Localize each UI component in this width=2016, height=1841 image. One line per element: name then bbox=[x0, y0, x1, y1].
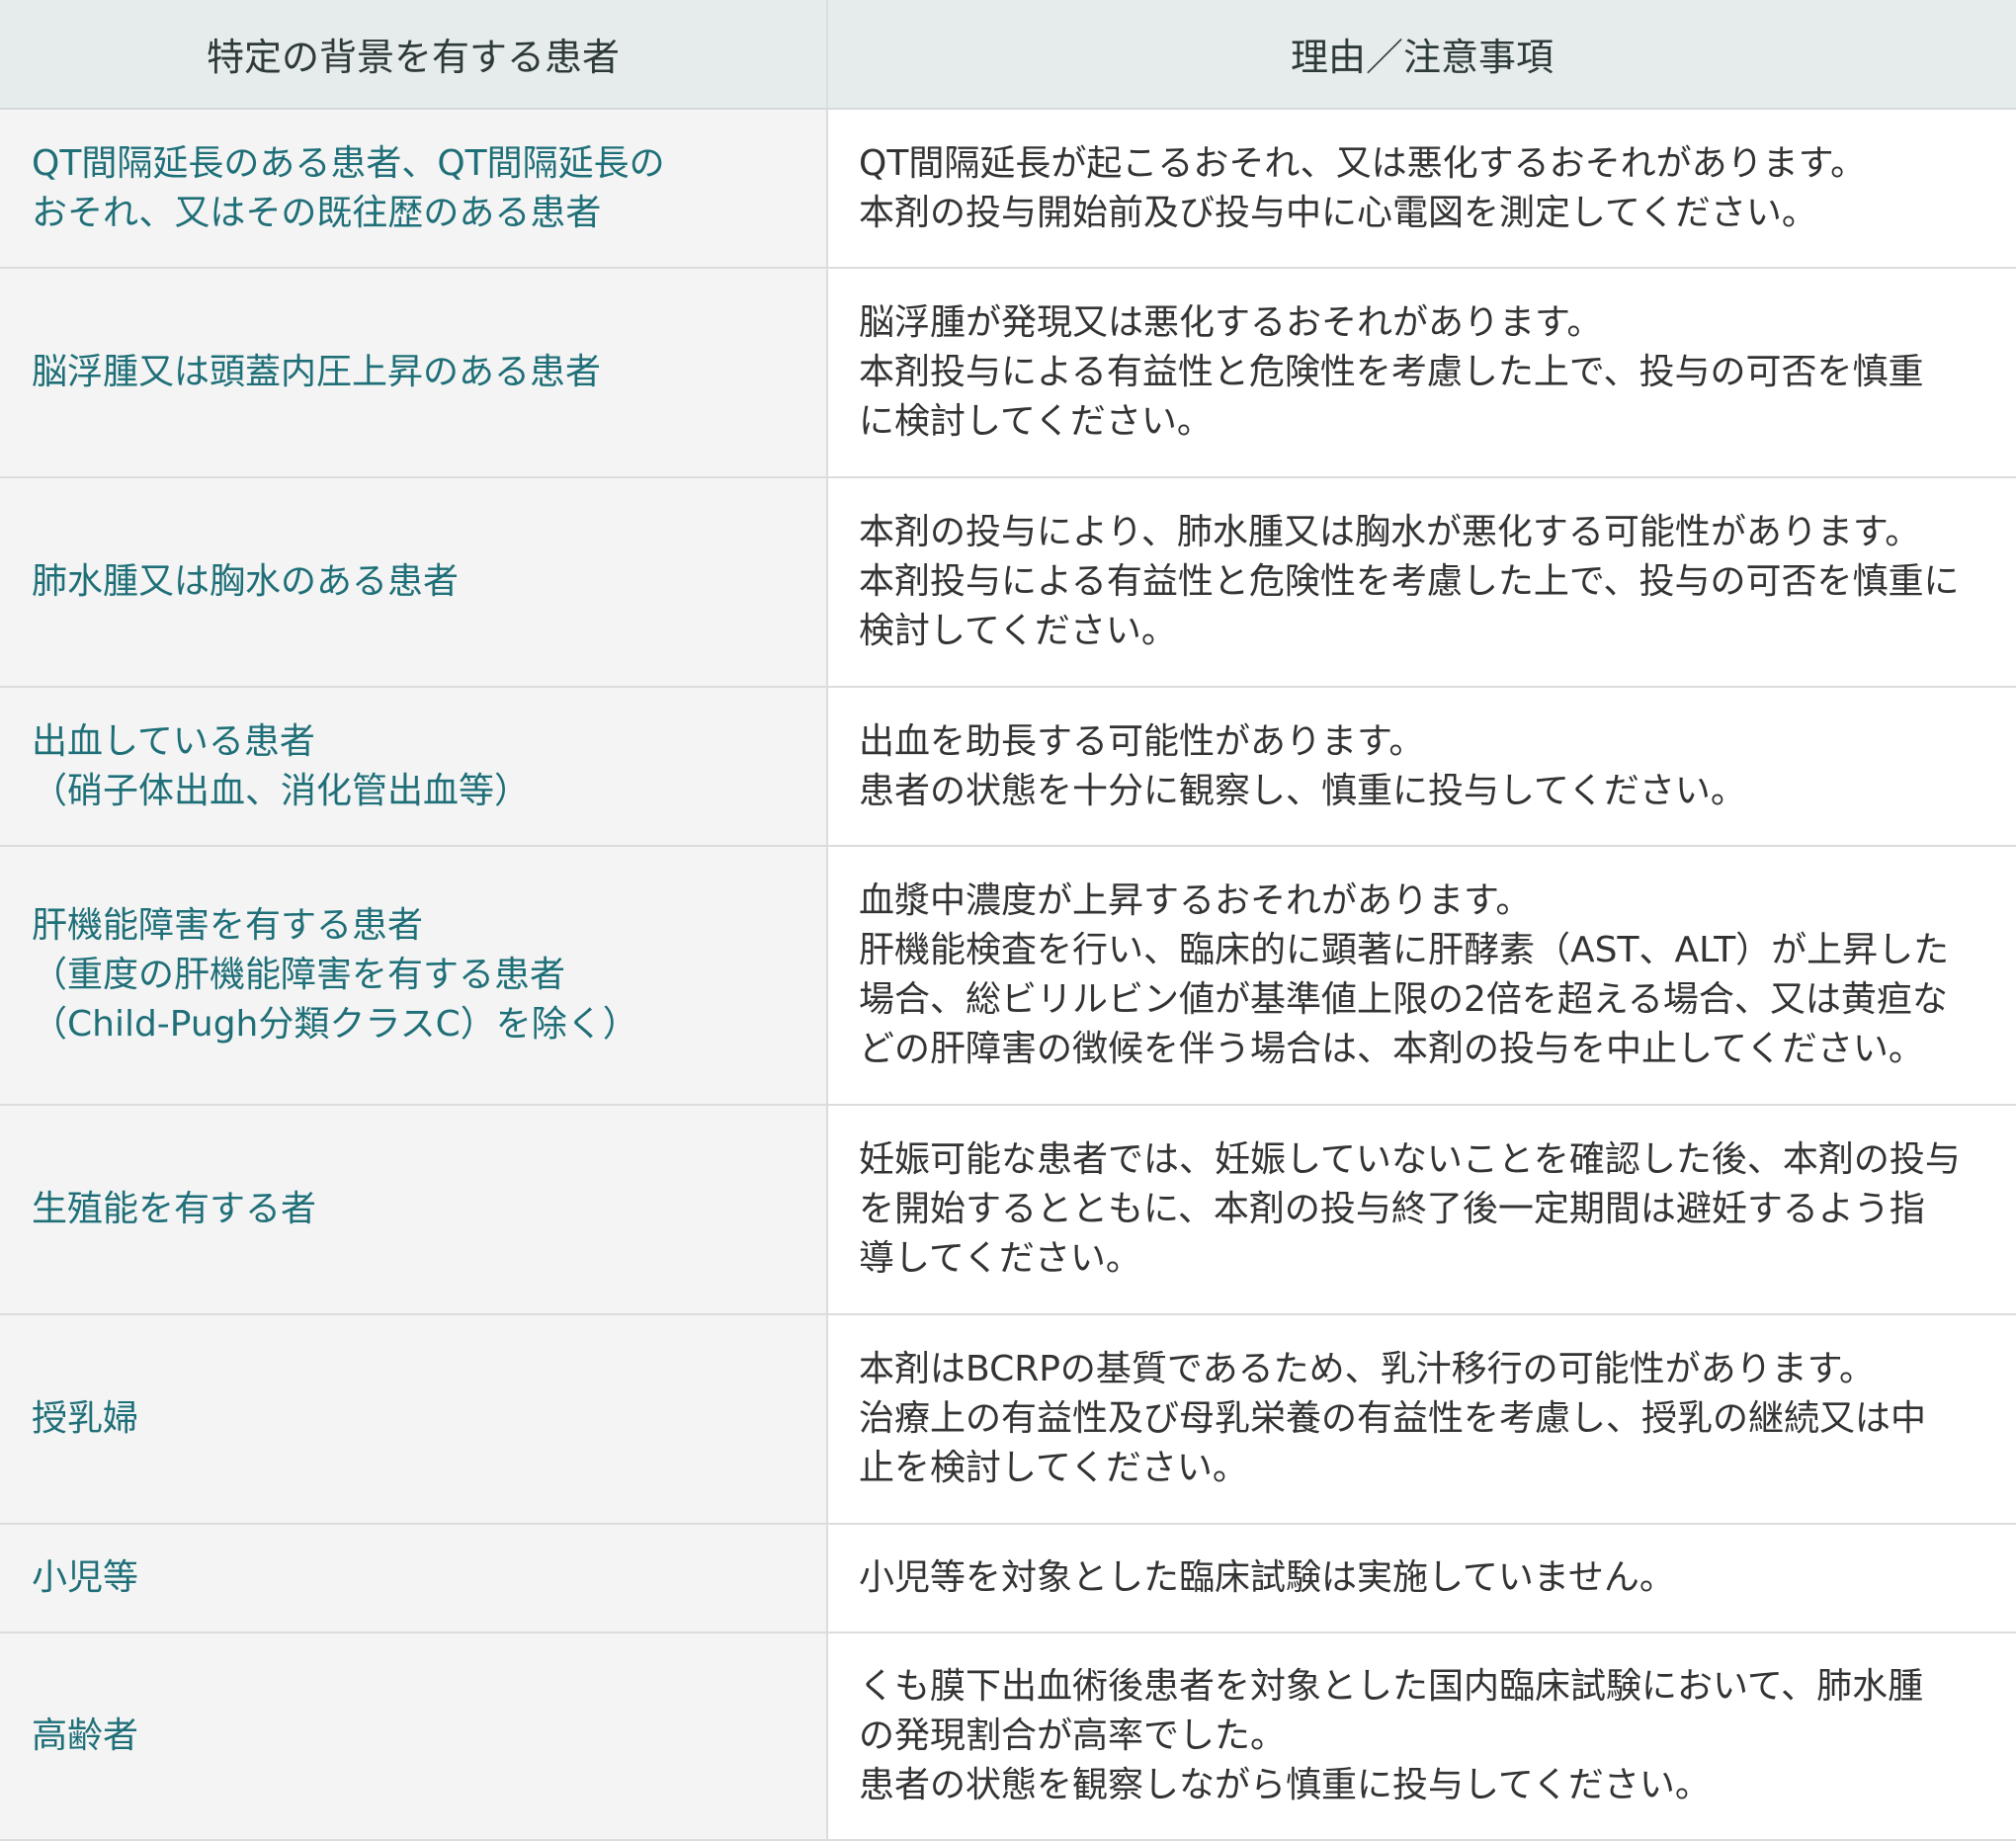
background-line: QT間隔延長のある患者、QT間隔延長の bbox=[32, 142, 665, 184]
background-line: 肝機能障害を有する患者 bbox=[32, 905, 424, 946]
table-row: 肝機能障害を有する患者 （重度の肝機能障害を有する患者 （Child-Pugh分… bbox=[0, 846, 2016, 1106]
reason-line: 本剤はBCRPの基質であるため、乳汁移行の可能性があります。 bbox=[859, 1349, 1875, 1389]
background-cell: 生殖能を有する者 bbox=[0, 1105, 828, 1315]
reason-line: 本剤投与による有益性と危険性を考慮した上で、投与の可否を慎重に bbox=[859, 561, 1960, 602]
reason-line: 出血を助長する可能性があります。 bbox=[859, 720, 1425, 762]
reason-line: 治療上の有益性及び母乳栄養の有益性を考慮し、授乳の継続又は中 bbox=[859, 1398, 1927, 1439]
reason-line: に検討してください。 bbox=[859, 401, 1213, 442]
background-line: 脳浮腫又は頭蓋内圧上昇のある患者 bbox=[32, 352, 602, 392]
header-reason: 理由／注意事項 bbox=[827, 0, 2016, 110]
background-line: 高齢者 bbox=[32, 1715, 139, 1756]
background-cell: 小児等 bbox=[0, 1524, 828, 1633]
reason-line: 患者の状態を観察しながら慎重に投与してください。 bbox=[859, 1765, 1711, 1805]
reason-line: 脳浮腫が発現又は悪化するおそれがあります。 bbox=[859, 302, 1603, 343]
background-line: 小児等 bbox=[32, 1557, 139, 1598]
table-row: 生殖能を有する者 妊娠可能な患者では、妊娠していないことを確認した後、本剤の投与… bbox=[0, 1105, 2016, 1315]
reason-line: 本剤の投与開始前及び投与中に心電図を測定してください。 bbox=[859, 192, 1817, 233]
reason-line: くも膜下出血術後患者を対象とした国内臨床試験において、肺水腫 bbox=[859, 1666, 1924, 1707]
reason-cell: くも膜下出血術後患者を対象とした国内臨床試験において、肺水腫 の発現割合が高率で… bbox=[827, 1632, 2016, 1841]
background-cell: 授乳婦 bbox=[0, 1314, 828, 1525]
reason-line: の発現割合が高率でした。 bbox=[859, 1715, 1287, 1756]
background-line: （Child-Pugh分類クラスC）を除く） bbox=[32, 1004, 638, 1045]
patient-background-table: 特定の背景を有する患者 理由／注意事項 QT間隔延長のある患者、QT間隔延長の … bbox=[0, 0, 2016, 1841]
background-line: 肺水腫又は胸水のある患者 bbox=[32, 561, 460, 602]
background-line: 生殖能を有する者 bbox=[32, 1189, 317, 1229]
reason-line: 場合、総ビリルビン値が基準値上限の2倍を超える場合、又は黄疸な bbox=[859, 979, 1948, 1020]
background-cell: 肺水腫又は胸水のある患者 bbox=[0, 477, 828, 688]
reason-cell: 本剤の投与により、肺水腫又は胸水が悪化する可能性があります。 本剤投与による有益… bbox=[827, 477, 2016, 688]
background-line: （硝子体出血、消化管出血等） bbox=[32, 770, 531, 811]
table-row: 脳浮腫又は頭蓋内圧上昇のある患者 脳浮腫が発現又は悪化するおそれがあります。 本… bbox=[0, 268, 2016, 478]
reason-cell: 血漿中濃度が上昇するおそれがあります。 肝機能検査を行い、臨床的に顕著に肝酵素（… bbox=[827, 846, 2016, 1106]
table-row: 高齢者 くも膜下出血術後患者を対象とした国内臨床試験において、肺水腫 の発現割合… bbox=[0, 1632, 2016, 1841]
reason-line: 検討してください。 bbox=[859, 611, 1177, 651]
background-cell: 高齢者 bbox=[0, 1632, 828, 1841]
background-cell: 出血している患者 （硝子体出血、消化管出血等） bbox=[0, 687, 828, 847]
reason-line: を開始するとともに、本剤の投与終了後一定期間は避妊するよう指 bbox=[859, 1189, 1925, 1229]
header-background: 特定の背景を有する患者 bbox=[0, 0, 828, 110]
reason-line: 止を検討してください。 bbox=[859, 1448, 1248, 1488]
background-cell: QT間隔延長のある患者、QT間隔延長の おそれ、又はその既往歴のある患者 bbox=[0, 109, 828, 269]
reason-line: QT間隔延長が起こるおそれ、又は悪化するおそれがあります。 bbox=[859, 142, 1867, 184]
background-cell: 脳浮腫又は頭蓋内圧上昇のある患者 bbox=[0, 268, 828, 478]
reason-line: 肝機能検査を行い、臨床的に顕著に肝酵素（AST、ALT）が上昇した bbox=[859, 930, 1950, 970]
reason-cell: 小児等を対象とした臨床試験は実施していません。 bbox=[827, 1524, 2016, 1633]
reason-line: 妊娠可能な患者では、妊娠していないことを確認した後、本剤の投与 bbox=[859, 1139, 1961, 1180]
background-line: 授乳婦 bbox=[32, 1398, 139, 1439]
background-line: おそれ、又はその既往歴のある患者 bbox=[32, 192, 602, 233]
table-row: 授乳婦 本剤はBCRPの基質であるため、乳汁移行の可能性があります。 治療上の有… bbox=[0, 1314, 2016, 1525]
background-cell: 肝機能障害を有する患者 （重度の肝機能障害を有する患者 （Child-Pugh分… bbox=[0, 846, 828, 1106]
reason-line: どの肝障害の徴候を伴う場合は、本剤の投与を中止してください。 bbox=[859, 1029, 1924, 1069]
reason-line: 本剤の投与により、肺水腫又は胸水が悪化する可能性があります。 bbox=[859, 512, 1921, 552]
table-row: 出血している患者 （硝子体出血、消化管出血等） 出血を助長する可能性があります。… bbox=[0, 687, 2016, 847]
reason-cell: 脳浮腫が発現又は悪化するおそれがあります。 本剤投与による有益性と危険性を考慮し… bbox=[827, 268, 2016, 478]
reason-cell: QT間隔延長が起こるおそれ、又は悪化するおそれがあります。 本剤の投与開始前及び… bbox=[827, 109, 2016, 269]
reason-line: 血漿中濃度が上昇するおそれがあります。 bbox=[859, 880, 1532, 921]
reason-cell: 出血を助長する可能性があります。 患者の状態を十分に観察し、慎重に投与してくださ… bbox=[827, 687, 2016, 847]
reason-line: 本剤投与による有益性と危険性を考慮した上で、投与の可否を慎重 bbox=[859, 352, 1924, 392]
reason-cell: 本剤はBCRPの基質であるため、乳汁移行の可能性があります。 治療上の有益性及び… bbox=[827, 1314, 2016, 1525]
table-row: 小児等 小児等を対象とした臨床試験は実施していません。 bbox=[0, 1524, 2016, 1633]
table-row: 肺水腫又は胸水のある患者 本剤の投与により、肺水腫又は胸水が悪化する可能性があり… bbox=[0, 477, 2016, 688]
table-row: QT間隔延長のある患者、QT間隔延長の おそれ、又はその既往歴のある患者 QT間… bbox=[0, 109, 2016, 269]
background-line: 出血している患者 bbox=[32, 720, 315, 762]
reason-line: 導してください。 bbox=[859, 1238, 1141, 1279]
header-row: 特定の背景を有する患者 理由／注意事項 bbox=[0, 0, 2016, 110]
reason-line: 小児等を対象とした臨床試験は実施していません。 bbox=[859, 1557, 1675, 1598]
reason-line: 患者の状態を十分に観察し、慎重に投与してください。 bbox=[859, 770, 1746, 811]
background-line: （重度の肝機能障害を有する患者 bbox=[32, 955, 566, 995]
reason-cell: 妊娠可能な患者では、妊娠していないことを確認した後、本剤の投与 を開始するととも… bbox=[827, 1105, 2016, 1315]
